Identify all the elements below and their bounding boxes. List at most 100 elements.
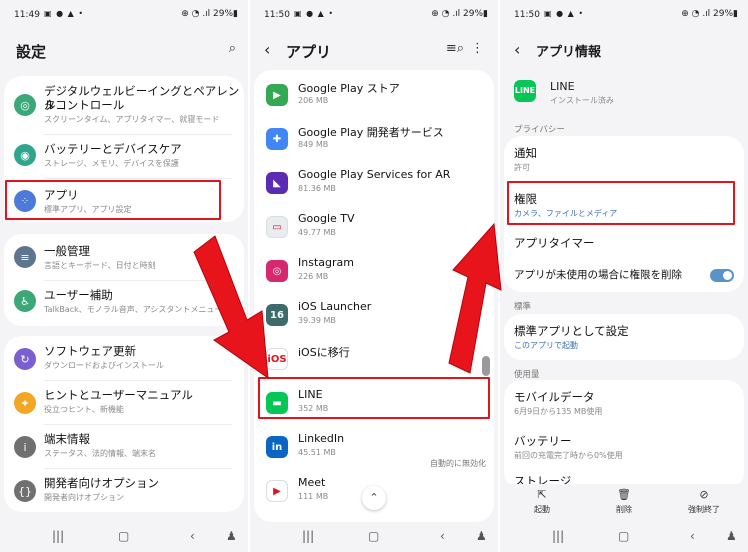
app-list-item[interactable]: 16 iOS Launcher 39.39 MB [254, 294, 494, 338]
stop-icon: ⊘ [699, 488, 709, 501]
item-title-line2: ルコントロール [44, 98, 125, 112]
status-right: ⊕ ◔ .ıl 29%▮ [181, 9, 238, 19]
app-size: 849 MB [298, 140, 329, 149]
info-icon: i [14, 436, 36, 458]
item-sub: スクリーンタイム、アプリタイマー、就寝モード [44, 115, 220, 124]
recents-icon[interactable]: ||| [302, 529, 314, 543]
app-install-status: インストール済み [550, 96, 614, 105]
app-list-item[interactable]: ▶ Google Play ストア 206 MB [254, 74, 494, 118]
recents-icon[interactable]: ||| [552, 529, 564, 543]
back-arrow-icon[interactable]: ‹ [264, 40, 270, 59]
accessibility-nav-icon[interactable]: ♟ [726, 529, 737, 543]
status-icons: ▣ ● ▲ • [44, 9, 85, 18]
app-icon: 16 [266, 304, 288, 326]
app-name: Meet [298, 476, 326, 489]
recents-icon[interactable]: ||| [52, 529, 64, 543]
item-title: 一般管理 [44, 244, 90, 258]
wellbeing-icon: ◎ [14, 94, 36, 116]
force-stop-button[interactable]: ⊘ 強制終了 [674, 488, 734, 515]
app-list-item[interactable]: ◣ Google Play Services for AR 81.36 MB [254, 162, 494, 206]
settings-item-digital-wellbeing[interactable]: ◎ デジタルウェルビーイングとペアレンタ ルコントロール スクリーンタイム、アプ… [4, 76, 244, 134]
remove-permissions-row[interactable]: アプリが未使用の場合に権限を削除 [504, 260, 744, 292]
set-default-title: 標準アプリとして設定 [514, 324, 629, 338]
uninstall-button[interactable]: 🗑 削除 [594, 488, 654, 515]
item-sub: ステータス、法的情報、端末名 [44, 449, 156, 458]
app-name: Google Play ストア [298, 82, 400, 95]
home-icon[interactable]: ▢ [368, 529, 379, 543]
back-icon[interactable]: ‹ [440, 529, 445, 543]
settings-item-battery[interactable]: ◉ バッテリーとデバイスケア ストレージ、メモリ、デバイスを保護 [4, 134, 244, 178]
accessibility-nav-icon[interactable]: ♟ [226, 529, 237, 543]
app-timer-title: アプリタイマー [514, 236, 595, 250]
app-size: 206 MB [298, 96, 329, 105]
accessibility-nav-icon[interactable]: ♟ [476, 529, 487, 543]
app-timer-row[interactable]: アプリタイマー [504, 230, 744, 260]
item-title: ユーザー補助 [44, 288, 113, 302]
status-icons: ▣ ● ▲ • [294, 9, 335, 18]
more-options-icon[interactable]: ⋮ [471, 41, 484, 56]
app-name: LinkedIn [298, 432, 345, 445]
page-title: 設定 [16, 43, 47, 61]
app-name: iOSに移行 [298, 346, 350, 359]
app-size: 81.36 MB [298, 184, 336, 193]
scrollbar-thumb[interactable] [482, 356, 490, 376]
set-default-row[interactable]: 標準アプリとして設定 このアプリで起動 [504, 314, 744, 360]
open-label: 起動 [534, 505, 550, 514]
app-list-item[interactable]: in LinkedIn 45.51 MB 自動的に無効化 [254, 426, 494, 470]
nav-bar: ||| ▢ ‹ ♟ [500, 522, 748, 552]
app-icon: ✚ [266, 128, 288, 150]
status-bar: 11:50 ▣ ● ▲ • ⊕ ◔ .ıl 29%▮ [500, 0, 748, 30]
app-icon: ◎ [266, 260, 288, 282]
back-arrow-icon[interactable]: ‹ [514, 40, 520, 59]
remove-permissions-toggle[interactable] [710, 269, 734, 282]
app-icon: in [266, 436, 288, 458]
status-bar: 11:50 ▣ ● ▲ • ⊕ ◔ .ıl 29%▮ [250, 0, 498, 30]
item-title: ソフトウェア更新 [44, 344, 136, 358]
app-size: 45.51 MB [298, 448, 336, 457]
nav-bar: ||| ▢ ‹ ♟ [0, 522, 248, 552]
settings-item-developer[interactable]: {} 開発者向けオプション 開発者向けオプション [4, 468, 244, 512]
app-list-item[interactable]: ◎ Instagram 226 MB [254, 250, 494, 294]
settings-item-general[interactable]: ≡ 一般管理 言語とキーボード、日付と時刻 [4, 234, 244, 280]
settings-item-accessibility[interactable]: ♿ ユーザー補助 TalkBack、モノラル音声、アシスタントメニュー [4, 280, 244, 326]
mobile-data-row[interactable]: モバイルデータ 6月9日から135 MB使用 [504, 380, 744, 424]
back-icon[interactable]: ‹ [190, 529, 195, 543]
item-sub: ダウンロードおよびインストール [44, 361, 164, 370]
item-sub: ストレージ、メモリ、デバイスを保護 [44, 159, 179, 168]
default-card: 標準アプリとして設定 このアプリで起動 [504, 314, 744, 360]
home-icon[interactable]: ▢ [118, 529, 129, 543]
set-default-sub: このアプリで起動 [514, 341, 578, 350]
battery-row[interactable]: バッテリー 前回の充電完了時から0%使用 [504, 424, 744, 468]
settings-item-tips[interactable]: ✦ ヒントとユーザーマニュアル 役立つヒント、新機能 [4, 380, 244, 424]
app-list-item[interactable]: ▭ Google TV 49.77 MB [254, 206, 494, 250]
app-size: 39.39 MB [298, 316, 336, 325]
app-info-panel: 11:50 ▣ ● ▲ • ⊕ ◔ .ıl 29%▮ ‹ アプリ情報 LINE … [500, 0, 748, 552]
search-icon[interactable]: ⌕ [229, 41, 236, 56]
app-list-item[interactable]: ✚ Google Play 開発者サービス 849 MB [254, 118, 494, 162]
open-button[interactable]: ⇱ 起動 [512, 488, 572, 515]
home-icon[interactable]: ▢ [618, 529, 629, 543]
app-list-item[interactable]: iOS iOSに移行 [254, 338, 494, 382]
settings-card-3: ↻ ソフトウェア更新 ダウンロードおよびインストール ✦ ヒントとユーザーマニュ… [4, 336, 244, 512]
back-icon[interactable]: ‹ [690, 529, 695, 543]
app-name: LINE [550, 80, 575, 93]
settings-item-software-update[interactable]: ↻ ソフトウェア更新 ダウンロードおよびインストール [4, 336, 244, 380]
section-default: 標準 [514, 302, 532, 312]
app-size: 49.77 MB [298, 228, 336, 237]
developer-braces-icon: {} [14, 480, 36, 502]
filter-search-icon[interactable]: ≡⌕ [446, 41, 464, 56]
app-icon: ◣ [266, 172, 288, 194]
notification-title: 通知 [514, 146, 537, 160]
settings-item-about[interactable]: i 端末情報 ステータス、法的情報、端末名 [4, 424, 244, 468]
item-title: バッテリーとデバイスケア [44, 142, 182, 156]
item-title: 開発者向けオプション [44, 476, 159, 490]
highlight-permissions [507, 181, 735, 225]
app-name: Instagram [298, 256, 354, 269]
scroll-to-top-button[interactable]: ⌃ [362, 486, 386, 510]
item-sub: 言語とキーボード、日付と時刻 [44, 261, 156, 270]
notification-row[interactable]: 通知 許可 [504, 136, 744, 180]
app-name: iOS Launcher [298, 300, 372, 313]
mobile-data-sub: 6月9日から135 MB使用 [514, 407, 603, 416]
status-time: 11:50 [514, 10, 540, 20]
item-sub: TalkBack、モノラル音声、アシスタントメニュー [44, 305, 223, 314]
